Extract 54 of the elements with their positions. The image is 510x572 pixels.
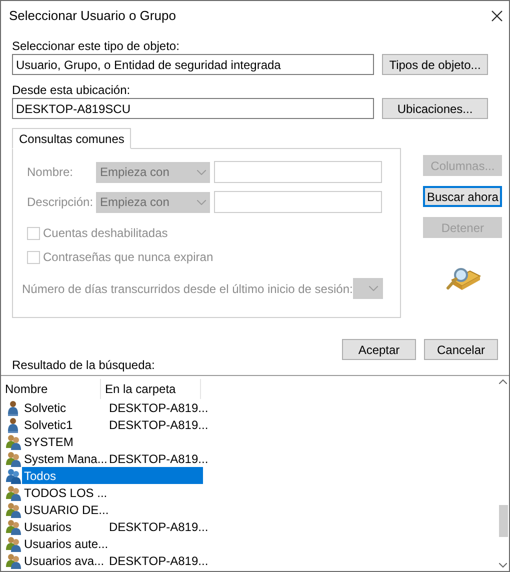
text-field[interactable]: Usuario, Grupo, o Entidad de seguridad integrada	[12, 54, 374, 75]
group-icon	[6, 518, 22, 534]
column-header[interactable]: En la carpeta	[101, 379, 201, 399]
group-icon	[6, 552, 22, 568]
table-cell-text: DESKTOP-A819...	[108, 450, 208, 468]
dialog-button[interactable]: Ubicaciones...	[382, 98, 488, 119]
table-cell-text: USUARIO DE...	[23, 502, 106, 518]
results-label: Resultado de la búsqueda:	[11, 358, 156, 372]
table-cell-text: DESKTOP-A819...	[108, 552, 208, 570]
chevron-icon	[197, 200, 206, 204]
table-cell-text: Usuarios ava...	[23, 552, 106, 570]
tab[interactable]: Consultas comunes	[12, 128, 132, 149]
scroll-thumb[interactable]	[498, 505, 508, 537]
table-cell-text: Usuarios	[23, 518, 72, 536]
dialog-button[interactable]: Aceptar	[342, 339, 416, 360]
dialog-button[interactable]: Tipos de objeto...	[382, 54, 488, 75]
table-cell-text: Solvetic1	[23, 416, 74, 434]
dialog-button[interactable]: Buscar ahora	[423, 186, 502, 207]
table-cell-text: System Mana...	[23, 450, 106, 468]
column-header[interactable]: Nombre	[1, 379, 101, 399]
text-field[interactable]: DESKTOP-A819SCU	[12, 98, 374, 119]
table-cell-text: Todos	[23, 468, 58, 484]
result-row[interactable]: Usuarios aute...	[1, 535, 203, 552]
checkbox-label: Cuentas deshabilitadas	[43, 225, 168, 242]
table-cell-text: DESKTOP-A819...	[108, 400, 208, 416]
search-icon	[444, 266, 482, 292]
checkbox-label: Contraseñas que nunca expiran	[43, 249, 214, 266]
field-label: Descripción:	[27, 194, 94, 211]
field-label: Desde esta ubicación:	[12, 83, 132, 97]
table-cell-text: DESKTOP-A819...	[108, 518, 208, 536]
scroll-up-icon[interactable]	[499, 379, 507, 384]
chevron-icon	[369, 286, 378, 291]
group-icon	[6, 450, 22, 466]
result-row[interactable]: TODOS LOS ...	[1, 484, 203, 501]
group-icon	[6, 502, 22, 518]
close-icon[interactable]	[491, 10, 503, 22]
group-icon	[6, 468, 22, 484]
scroll-down-icon[interactable]	[499, 563, 507, 568]
group-icon	[6, 434, 22, 450]
table-cell-text: SYSTEM	[23, 434, 74, 450]
field-label: Seleccionar este tipo de objeto:	[12, 39, 180, 53]
group-icon	[6, 484, 22, 500]
window-title: Seleccionar Usuario o Grupo	[9, 7, 176, 26]
chevron-icon	[197, 170, 206, 174]
dialog-button[interactable]: Cancelar	[424, 339, 498, 360]
table-cell-text: TODOS LOS ...	[23, 484, 106, 502]
group-icon	[6, 536, 22, 552]
field-label: Nombre:	[27, 164, 74, 181]
field-label: Número de días transcurridos desde el último inicio de sesión:	[22, 280, 353, 298]
result-row[interactable]: USUARIO DE...	[1, 501, 203, 518]
result-row[interactable]: SYSTEM	[1, 433, 203, 450]
table-cell-text: Solvetic	[23, 400, 68, 416]
table-cell-text: DESKTOP-A819...	[108, 416, 208, 434]
table-cell-text: Usuarios aute...	[23, 536, 106, 552]
